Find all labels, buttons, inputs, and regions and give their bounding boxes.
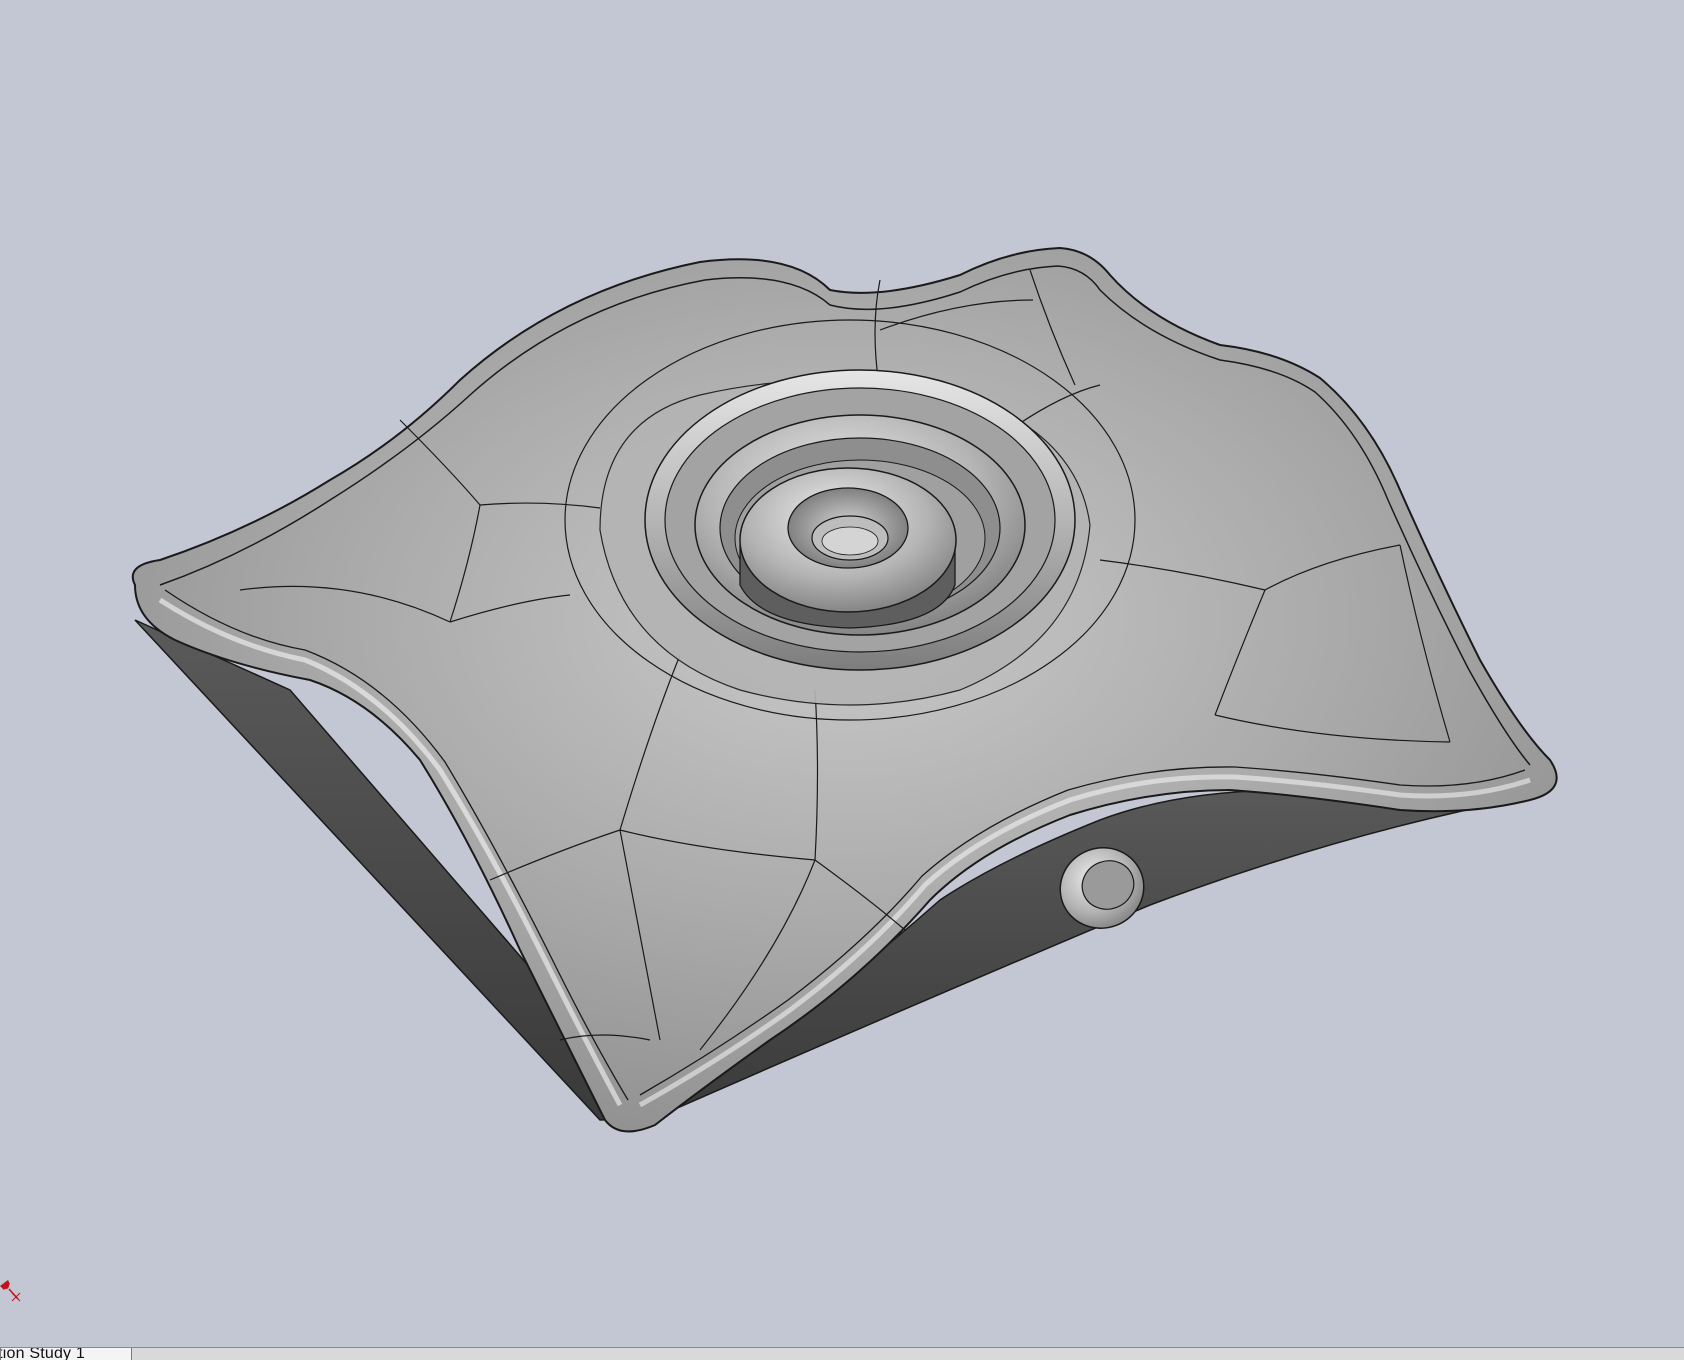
reference-triad-icon <box>0 1280 21 1302</box>
tab-bar-background <box>132 1348 1684 1360</box>
cad-part-model[interactable] <box>0 0 1684 1347</box>
tab-motion-study[interactable]: otion Study 1 <box>0 1348 132 1360</box>
graphics-viewport[interactable] <box>0 0 1684 1347</box>
model-boss-hole-floor <box>821 526 879 556</box>
bottom-tab-bar: otion Study 1 <box>0 1347 1684 1360</box>
tab-motion-study-label: otion Study 1 <box>1 1348 85 1360</box>
